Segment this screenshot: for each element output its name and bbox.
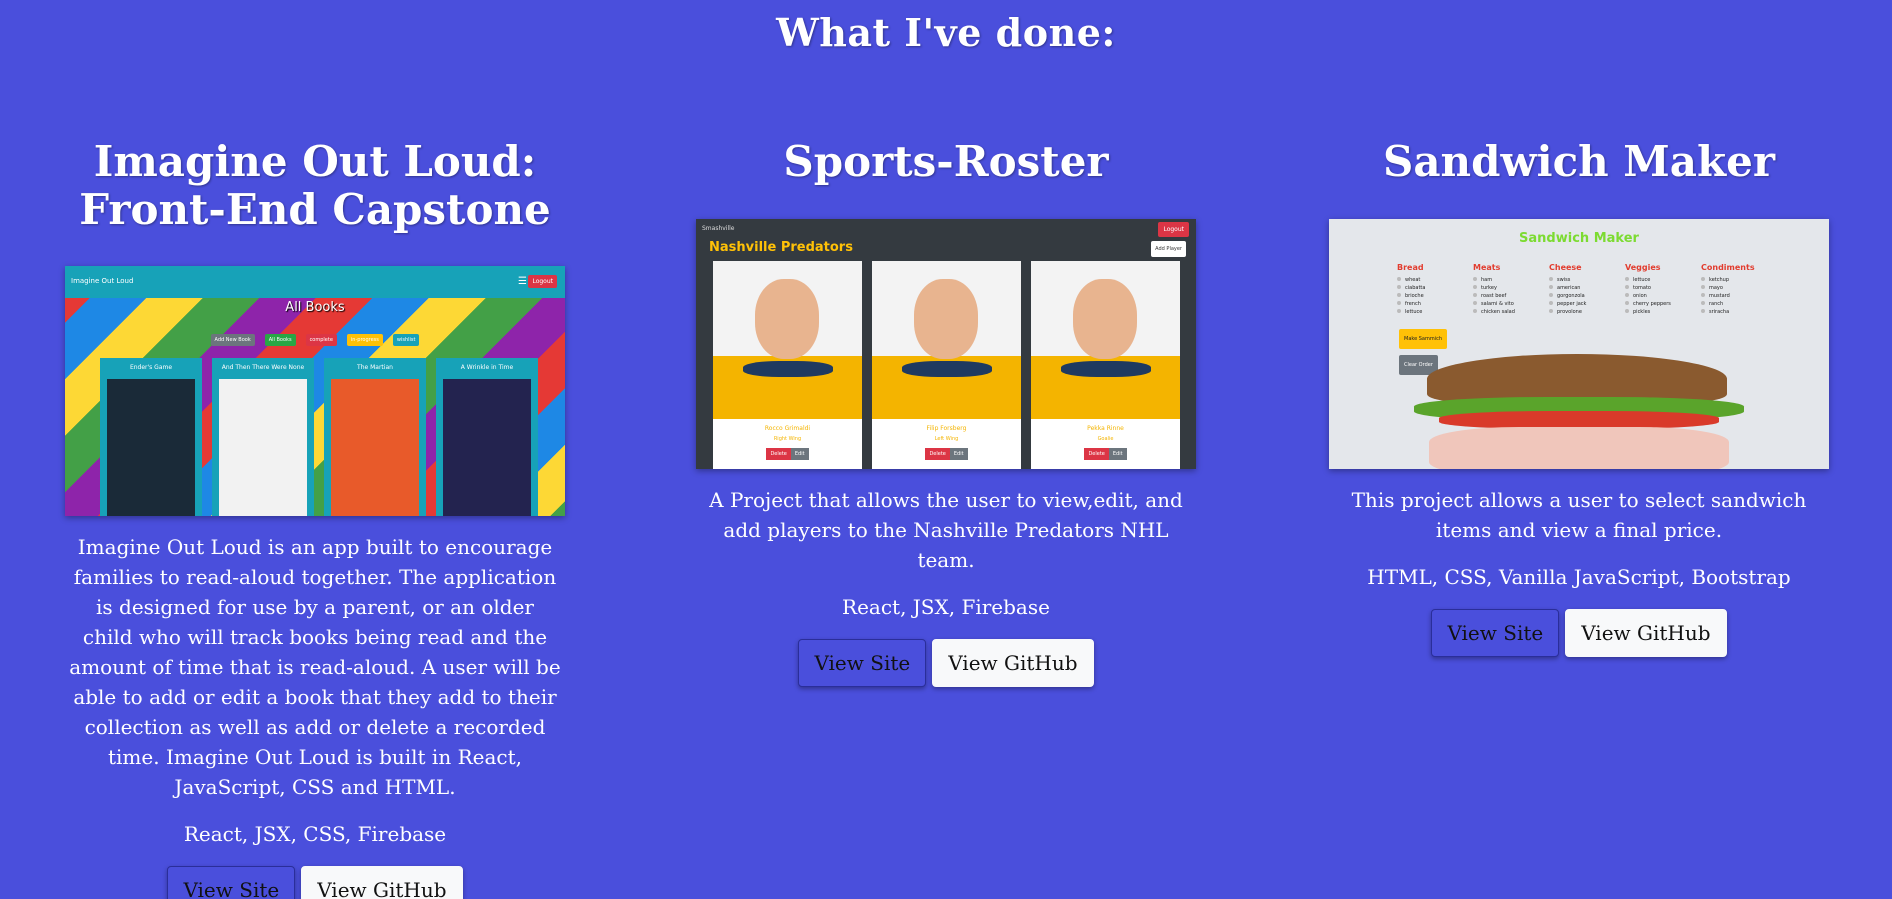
screenshot-logout: Logout <box>1158 222 1189 237</box>
screenshot-title: All Books <box>285 300 345 315</box>
screenshot-team-name: Nashville Predators <box>709 240 853 255</box>
project-card-sandwich-maker: Sandwich Maker Sandwich Maker Bread whea… <box>1319 138 1839 657</box>
screenshot-book-cards: Ender's Game And Then There Were None Th… <box>100 358 538 516</box>
view-github-button[interactable]: View GitHub <box>301 866 463 899</box>
book-cover <box>219 379 307 516</box>
ingredient-category: Meats ham turkey roast beef salami & vit… <box>1473 263 1519 316</box>
player-card: Rocco Grimaldi Right Wing Delete Edit <box>713 261 862 469</box>
project-actions: View Site View GitHub <box>686 639 1206 687</box>
sandwich-meat <box>1429 427 1729 469</box>
screenshot-categories: Bread wheat ciabatta brioche french lett… <box>1397 263 1755 316</box>
chip: Add New Book <box>210 334 255 346</box>
screenshot-navbar: Imagine Out Loud <box>65 266 565 298</box>
book-card: Ender's Game <box>100 358 202 516</box>
project-screenshot: Sandwich Maker Bread wheat ciabatta brio… <box>1329 219 1829 469</box>
view-github-button[interactable]: View GitHub <box>932 639 1094 687</box>
view-site-button[interactable]: View Site <box>1431 609 1560 657</box>
screenshot-player-cards: Rocco Grimaldi Right Wing Delete Edit Fil… <box>713 261 1180 469</box>
book-card: The Martian <box>324 358 426 516</box>
player-photo <box>713 261 862 419</box>
project-tech-stack: HTML, CSS, Vanilla JavaScript, Bootstrap <box>1367 565 1791 589</box>
project-title: Sports-Roster <box>783 137 1109 186</box>
chip: in-progress <box>346 334 383 346</box>
chip: All Books <box>264 334 296 346</box>
ingredient-category: Bread wheat ciabatta brioche french lett… <box>1397 263 1443 316</box>
project-tech-stack: React, JSX, Firebase <box>842 595 1050 619</box>
book-cover <box>107 379 195 516</box>
ingredient-category: Cheese swiss american gorgonzola pepper … <box>1549 263 1595 316</box>
menu-icon: ☰ <box>518 276 527 287</box>
book-card: And Then There Were None <box>212 358 314 516</box>
player-photo <box>1031 261 1180 419</box>
project-tech-stack: React, JSX, CSS, Firebase <box>183 822 447 846</box>
screenshot-add-player: Add Player <box>1151 241 1186 257</box>
project-description: A Project that allows the user to view,e… <box>709 488 1183 572</box>
project-card-imagine-out-loud: Imagine Out Loud: Front-End Capstone Ima… <box>55 138 575 899</box>
page-title: What I've done: <box>776 10 1116 55</box>
project-screenshot: Smashville Logout Nashville Predators Ad… <box>696 219 1196 469</box>
view-site-button[interactable]: View Site <box>798 639 927 687</box>
ingredient-category: Veggies lettuce tomato onion cherry pepp… <box>1625 263 1671 315</box>
book-cover <box>443 379 531 516</box>
chip: complete <box>305 334 337 346</box>
project-title: Sandwich Maker <box>1383 137 1775 186</box>
project-actions: View Site View GitHub <box>1319 609 1839 657</box>
book-card: A Wrinkle in Time <box>436 358 538 516</box>
book-cover <box>331 379 419 516</box>
project-description: Imagine Out Loud is an app built to enco… <box>69 535 561 799</box>
view-site-button[interactable]: View Site <box>167 866 296 899</box>
player-photo <box>872 261 1021 419</box>
view-github-button[interactable]: View GitHub <box>1565 609 1727 657</box>
screenshot-navbar: Smashville <box>702 225 735 232</box>
ingredient-category: Condiments ketchup mayo mustard ranch sr… <box>1701 263 1755 315</box>
project-card-sports-roster: Sports-Roster Smashville Logout Nashvill… <box>686 138 1206 687</box>
screenshot-title: Sandwich Maker <box>1519 231 1639 246</box>
project-description: This project allows a user to select san… <box>1351 488 1807 542</box>
screenshot-logout: Logout <box>528 275 557 288</box>
chip: wishlist <box>392 334 420 346</box>
player-card: Pekka Rinne Goalie Delete Edit <box>1031 261 1180 469</box>
project-title: Imagine Out Loud: Front-End Capstone <box>79 137 551 234</box>
screenshot-filter-chips: Add New Book All Books complete in-progr… <box>65 334 565 346</box>
screenshot-make-button: Make Sammich <box>1399 329 1448 349</box>
player-card: Filip Forsberg Left Wing Delete Edit <box>872 261 1021 469</box>
project-screenshot: Imagine Out Loud ☰ Logout All Books Add … <box>65 266 565 516</box>
project-actions: View Site View GitHub <box>55 866 575 899</box>
